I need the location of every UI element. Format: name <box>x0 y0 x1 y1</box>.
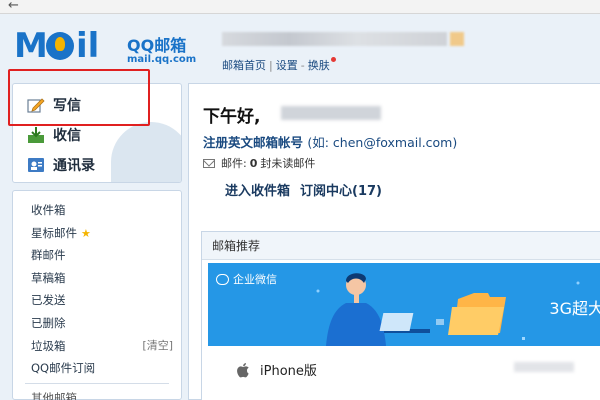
banner-illustration <box>316 273 580 346</box>
folder-inbox[interactable]: 收件箱 <box>13 199 181 222</box>
inbox-download-icon <box>27 126 45 144</box>
folder-starred-label: 星标邮件 <box>31 225 77 240</box>
logo-brand-name: QQ邮箱 <box>127 36 187 55</box>
folder-list: 收件箱 星标邮件 ★ 群邮件 草稿箱 已发送 已删除 垃圾箱 [清空] QQ邮件订阅… <box>13 191 181 400</box>
logo-letter-m: M <box>14 26 48 66</box>
folder-deleted[interactable]: 已删除 <box>13 312 181 335</box>
main-content: 下午好, 注册英文邮箱帐号 (如: chen@foxmail.com) 邮件: … <box>188 83 600 400</box>
header: M il QQ邮箱 mail.qq.com 邮箱首页 | 设置 - 换肤 <box>0 14 600 74</box>
blurred-username <box>222 32 447 46</box>
apple-icon <box>236 362 252 378</box>
logo-letters-il: il <box>76 26 100 66</box>
link-mail-home[interactable]: 邮箱首页 <box>222 59 266 72</box>
link-settings[interactable]: 设置 <box>276 59 298 72</box>
link-skin[interactable]: 换肤 <box>308 59 330 72</box>
folder-divider <box>25 382 169 384</box>
top-links: 邮箱首页 | 设置 - 换肤 <box>222 57 336 73</box>
notification-dot <box>330 57 336 62</box>
register-label: 注册英文邮箱帐号 <box>203 135 304 150</box>
inbox-label: 收信 <box>53 128 81 144</box>
folder-other-mailbox[interactable]: 其他邮箱 <box>13 387 181 400</box>
qq-mail-logo[interactable]: M il QQ邮箱 mail.qq.com <box>14 26 199 74</box>
browser-toolbar: ← <box>0 0 600 14</box>
blurred-row-detail <box>514 362 574 372</box>
logo-url: mail.qq.com <box>127 54 197 65</box>
folder-qq-subscription[interactable]: QQ邮件订阅 <box>13 357 181 380</box>
blurred-badge <box>450 32 464 46</box>
folder-panel: 收件箱 星标邮件 ★ 群邮件 草稿箱 已发送 已删除 垃圾箱 [清空] QQ邮件订阅… <box>12 190 182 400</box>
recommendations-title: 邮箱推荐 <box>202 232 600 260</box>
mail-status: 邮件: 0 封未读邮件 <box>203 155 315 171</box>
greeting: 下午好, <box>203 107 261 127</box>
penguin-watermark <box>111 122 181 182</box>
back-arrow-icon[interactable]: ← <box>8 0 19 13</box>
highlight-rectangle <box>8 69 150 126</box>
iphone-version-row[interactable]: iPhone版 <box>236 360 317 379</box>
folder-drafts[interactable]: 草稿箱 <box>13 267 181 290</box>
link-separator: | <box>269 59 273 72</box>
folder-spam[interactable]: 垃圾箱 [清空] <box>13 335 181 358</box>
blurred-nickname <box>281 106 381 120</box>
register-hint: (如: chen@foxmail.com) <box>307 135 458 150</box>
unread-suffix: 封未读邮件 <box>260 157 316 170</box>
subscription-center-link[interactable]: 订阅中心(17) <box>300 184 382 199</box>
folder-starred[interactable]: 星标邮件 ★ <box>13 222 181 245</box>
iphone-label: iPhone版 <box>260 364 317 379</box>
link-dash: - <box>300 59 305 72</box>
unread-count: 0 <box>249 156 258 170</box>
logo-penguin-icon <box>46 32 74 60</box>
mail-label: 邮件: <box>221 157 247 170</box>
quick-links: 进入收件箱 订阅中心(17) <box>225 180 382 199</box>
clear-spam-button[interactable]: [清空] <box>142 335 173 358</box>
folder-spam-label: 垃圾箱 <box>31 338 66 353</box>
contacts-button[interactable]: 通讯录 <box>27 152 95 178</box>
folder-group[interactable]: 群邮件 <box>13 244 181 267</box>
folder-sent[interactable]: 已发送 <box>13 289 181 312</box>
register-english-account-link[interactable]: 注册英文邮箱帐号 (如: chen@foxmail.com) <box>203 132 457 151</box>
contacts-label: 通讯录 <box>53 158 95 174</box>
envelope-icon <box>203 158 215 168</box>
wecom-banner[interactable]: 企业微信 3G超大 <box>208 263 600 346</box>
banner-text: 3G超大 <box>549 299 600 318</box>
mailbox-recommendations: 邮箱推荐 企业微信 3G超大 iPhone版 <box>201 231 600 400</box>
enter-inbox-link[interactable]: 进入收件箱 <box>225 184 290 199</box>
contacts-icon <box>27 156 45 174</box>
star-icon: ★ <box>81 226 91 240</box>
